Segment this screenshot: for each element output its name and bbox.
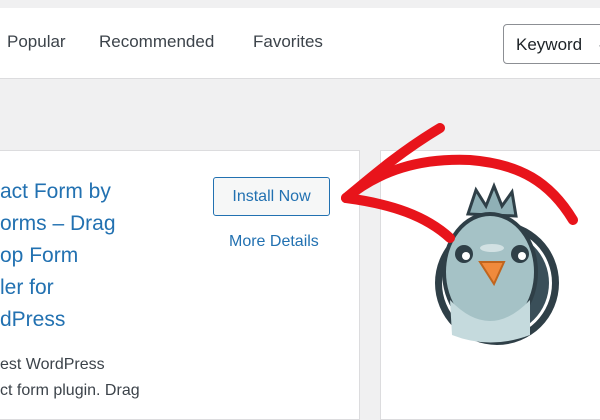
red-arrow-icon <box>341 123 578 243</box>
annotation-overlay <box>341 123 578 345</box>
pigeon-mascot-icon <box>435 181 559 345</box>
